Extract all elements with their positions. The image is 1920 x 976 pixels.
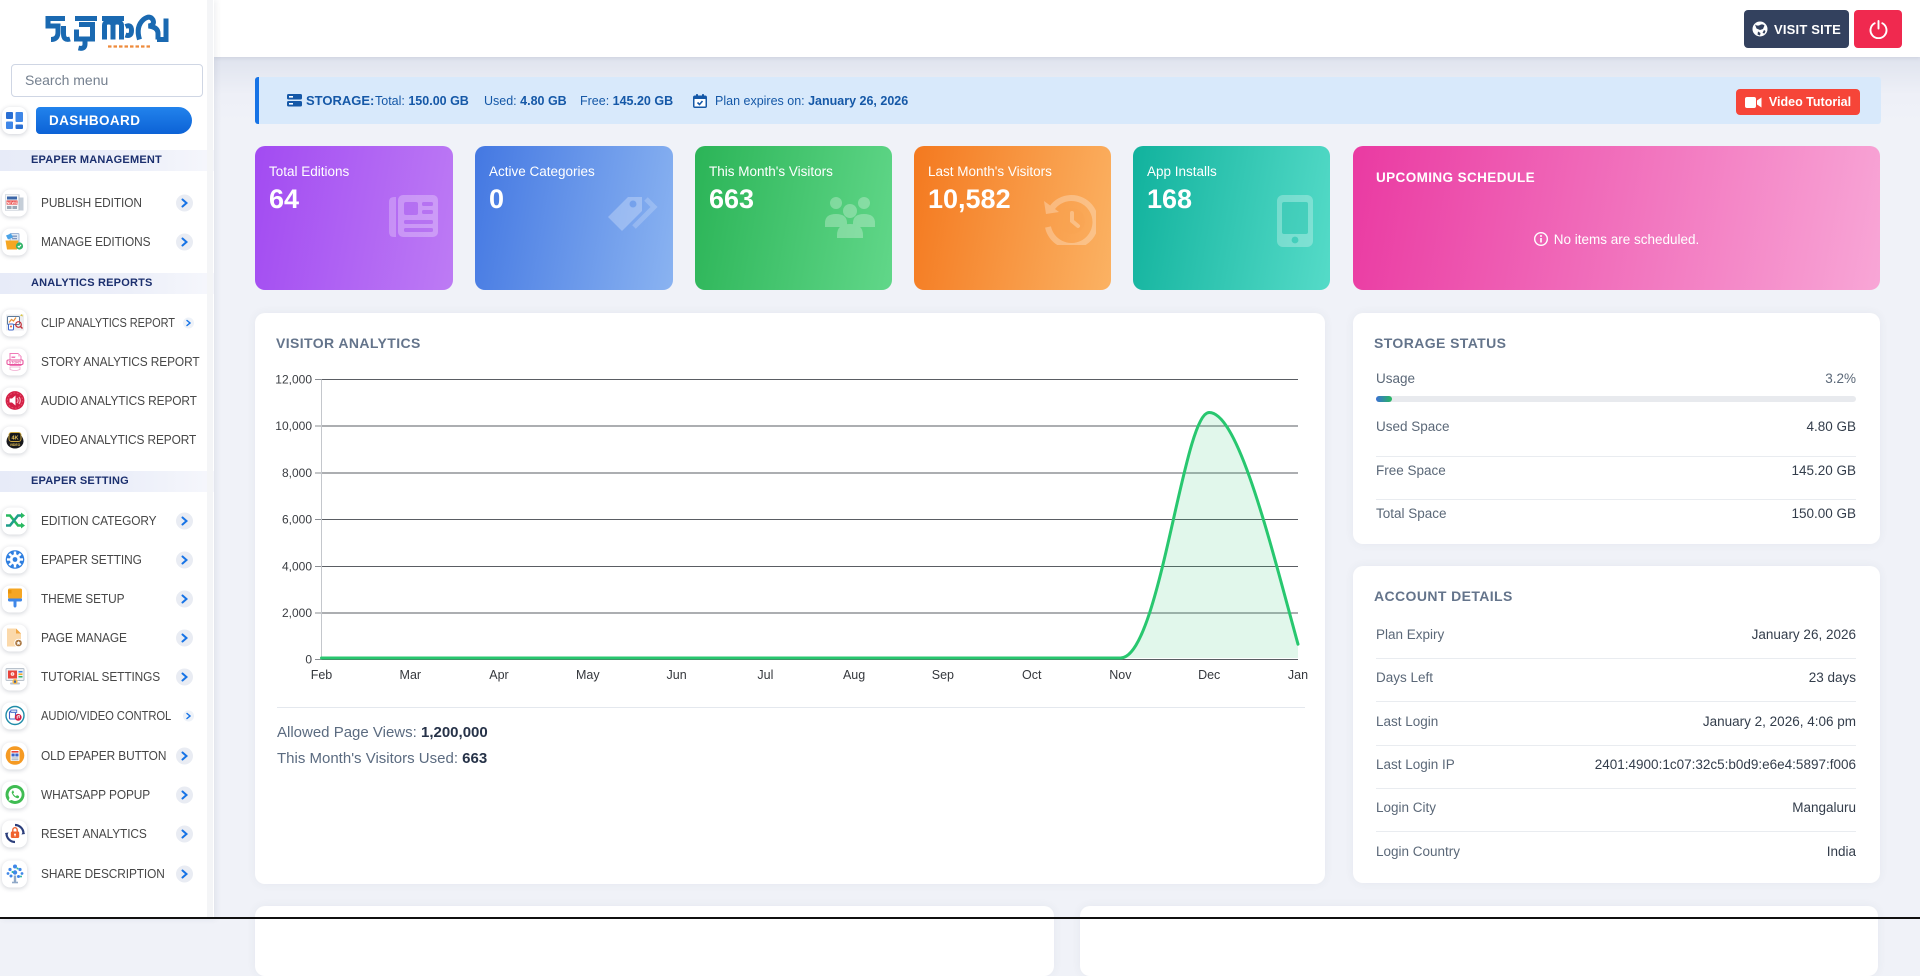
- svg-text:Feb: Feb: [311, 668, 333, 682]
- svg-text:Nov: Nov: [1109, 668, 1132, 682]
- svg-text:6,000: 6,000: [282, 513, 312, 527]
- svg-text:May: May: [576, 668, 600, 682]
- svg-text:Aug: Aug: [843, 668, 865, 682]
- svg-text:4,000: 4,000: [282, 559, 312, 573]
- svg-text:Apr: Apr: [489, 668, 508, 682]
- svg-text:Jun: Jun: [667, 668, 687, 682]
- svg-text:Jul: Jul: [757, 668, 773, 682]
- svg-text:2,000: 2,000: [282, 606, 312, 620]
- svg-text:4K: 4K: [11, 435, 18, 441]
- svg-text:10,000: 10,000: [275, 419, 312, 433]
- svg-text:Mar: Mar: [400, 668, 422, 682]
- svg-text:0: 0: [305, 653, 312, 667]
- svg-text:12,000: 12,000: [275, 373, 312, 387]
- svg-text:Dec: Dec: [1198, 668, 1220, 682]
- svg-text:Oct: Oct: [1022, 668, 1042, 682]
- svg-text:VIDEO: VIDEO: [9, 443, 20, 447]
- svg-text:8,000: 8,000: [282, 466, 312, 480]
- svg-text:Sep: Sep: [932, 668, 954, 682]
- svg-text:Jan: Jan: [1288, 668, 1308, 682]
- svg-text:STORY: STORY: [8, 360, 21, 364]
- svg-text:NEWS: NEWS: [7, 201, 18, 205]
